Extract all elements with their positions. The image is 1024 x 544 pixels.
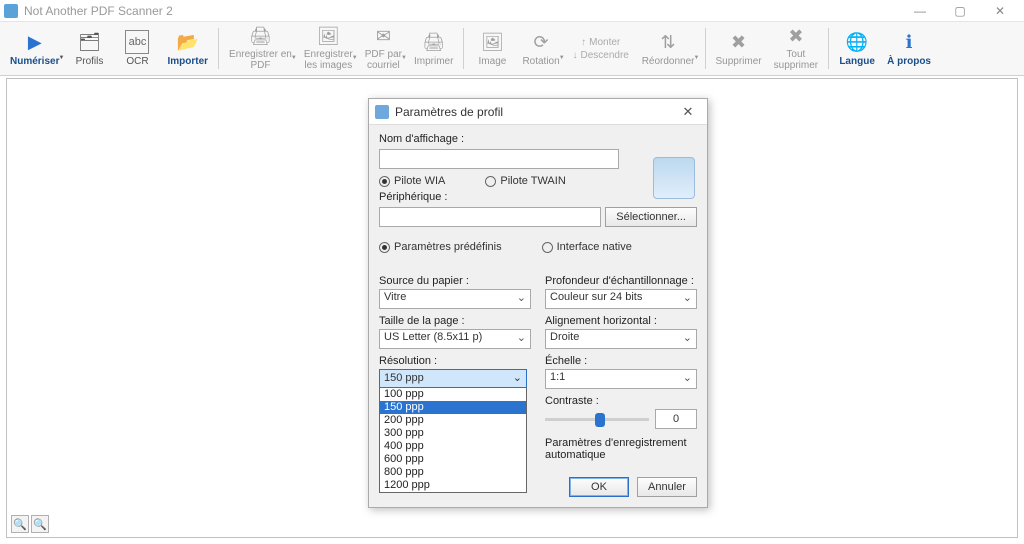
native-ui-radio[interactable]: Interface native xyxy=(542,241,632,253)
pdf-icon: 🖨 xyxy=(248,26,272,47)
preset-params-radio[interactable]: Paramètres prédéfinis xyxy=(379,241,502,253)
about-button[interactable]: ℹ À propos xyxy=(881,24,937,73)
save-images-button[interactable]: 🖼 Enregistrer les images ▼ xyxy=(298,24,359,73)
slider-thumb[interactable] xyxy=(595,413,605,427)
dialog-close-button[interactable]: ✕ xyxy=(675,104,701,120)
display-name-label: Nom d'affichage : xyxy=(379,133,464,145)
zoom-in-button[interactable]: 🔍 xyxy=(31,515,49,533)
ocr-icon: abc xyxy=(125,30,149,54)
display-name-input[interactable] xyxy=(379,149,619,169)
autosave-label: Paramètres d'enregistrement automatique xyxy=(545,437,697,461)
h-align-select[interactable]: Droite xyxy=(545,329,697,349)
rotation-button[interactable]: ⟳ Rotation ▼ xyxy=(516,24,565,73)
printer-icon: 🖨 xyxy=(422,30,446,54)
contrast-slider[interactable] xyxy=(545,418,649,421)
resolution-select[interactable]: 150 ppp xyxy=(379,369,527,389)
image-button[interactable]: 🖼 Image xyxy=(468,24,516,73)
resolution-option[interactable]: 600 ppp xyxy=(380,453,526,466)
resolution-option[interactable]: 300 ppp xyxy=(380,427,526,440)
reorder-icon: ⇅ xyxy=(656,30,680,54)
reorder-button[interactable]: ⇅ Réordonner ▼ xyxy=(636,24,701,73)
toolbar: ▶ Numériser ▼ 🗂 Profils abc OCR 📂 Import… xyxy=(0,22,1024,76)
resolution-option[interactable]: 150 ppp xyxy=(380,401,526,414)
resolution-dropdown-list: 100 ppp 150 ppp 200 ppp 300 ppp 400 ppp … xyxy=(379,387,527,493)
image-icon: 🖼 xyxy=(480,30,504,54)
cancel-button[interactable]: Annuler xyxy=(637,477,697,497)
select-device-button[interactable]: Sélectionner... xyxy=(605,207,697,227)
delete-all-icon: ✖ xyxy=(784,26,808,47)
contrast-value[interactable]: 0 xyxy=(655,409,697,429)
dialog-title: Paramètres de profil xyxy=(395,105,503,119)
scan-button[interactable]: ▶ Numériser ▼ xyxy=(4,24,65,73)
scanner-illustration xyxy=(653,157,695,199)
move-group: ↑Monter ↓Descendre xyxy=(566,24,636,73)
resolution-option[interactable]: 400 ppp xyxy=(380,440,526,453)
dialog-icon xyxy=(375,105,389,119)
import-button[interactable]: 📂 Importer xyxy=(161,24,214,73)
ok-button[interactable]: OK xyxy=(569,477,629,497)
contrast-label: Contraste : xyxy=(545,395,697,407)
profile-settings-dialog: Paramètres de profil ✕ Nom d'affichage :… xyxy=(368,98,708,508)
close-window-button[interactable]: ✕ xyxy=(980,1,1020,21)
import-icon: 📂 xyxy=(176,30,200,54)
save-pdf-button[interactable]: 🖨 Enregistrer en PDF ▼ xyxy=(223,24,298,73)
resolution-option[interactable]: 200 ppp xyxy=(380,414,526,427)
app-icon xyxy=(4,4,18,18)
title-bar: Not Another PDF Scanner 2 — ▢ ✕ xyxy=(0,0,1024,22)
device-label: Périphérique : xyxy=(379,191,448,203)
resolution-option[interactable]: 800 ppp xyxy=(380,466,526,479)
info-icon: ℹ xyxy=(897,30,921,54)
arrow-up-icon[interactable]: ↑ xyxy=(581,37,586,48)
maximize-button[interactable]: ▢ xyxy=(940,1,980,21)
pdf-email-button[interactable]: ✉ PDF par courriel ▼ xyxy=(359,24,408,73)
page-size-select[interactable]: US Letter (8.5x11 p) xyxy=(379,329,531,349)
device-input[interactable] xyxy=(379,207,601,227)
dialog-titlebar: Paramètres de profil ✕ xyxy=(369,99,707,125)
resolution-label: Résolution : xyxy=(379,355,531,367)
paper-source-label: Source du papier : xyxy=(379,275,531,287)
arrow-down-icon[interactable]: ↓ xyxy=(573,50,578,61)
profiles-icon: 🗂 xyxy=(77,30,101,54)
zoom-out-button[interactable]: 🔍 xyxy=(11,515,29,533)
delete-button[interactable]: ✖ Supprimer xyxy=(710,24,768,73)
resolution-option[interactable]: 100 ppp xyxy=(380,388,526,401)
rotate-icon: ⟳ xyxy=(529,30,553,54)
delete-icon: ✖ xyxy=(727,30,751,54)
globe-icon: 🌐 xyxy=(845,30,869,54)
language-button[interactable]: 🌐 Langue xyxy=(833,24,881,73)
h-align-label: Alignement horizontal : xyxy=(545,315,697,327)
resolution-option[interactable]: 1200 ppp xyxy=(380,479,526,492)
window-title: Not Another PDF Scanner 2 xyxy=(24,4,173,18)
play-icon: ▶ xyxy=(23,30,47,54)
scale-select[interactable]: 1:1 xyxy=(545,369,697,389)
scale-label: Échelle : xyxy=(545,355,697,367)
images-icon: 🖼 xyxy=(316,26,340,47)
email-icon: ✉ xyxy=(371,26,395,47)
page-size-label: Taille de la page : xyxy=(379,315,531,327)
minimize-button[interactable]: — xyxy=(900,1,940,21)
driver-twain-radio[interactable]: Pilote TWAIN xyxy=(485,175,565,187)
paper-source-select[interactable]: Vitre xyxy=(379,289,531,309)
driver-wia-radio[interactable]: Pilote WIA xyxy=(379,175,445,187)
profiles-button[interactable]: 🗂 Profils xyxy=(65,24,113,73)
bit-depth-select[interactable]: Couleur sur 24 bits xyxy=(545,289,697,309)
print-button[interactable]: 🖨 Imprimer xyxy=(408,24,459,73)
ocr-button[interactable]: abc OCR xyxy=(113,24,161,73)
bit-depth-label: Profondeur d'échantillonnage : xyxy=(545,275,697,287)
delete-all-button[interactable]: ✖ Tout supprimer xyxy=(768,24,824,73)
